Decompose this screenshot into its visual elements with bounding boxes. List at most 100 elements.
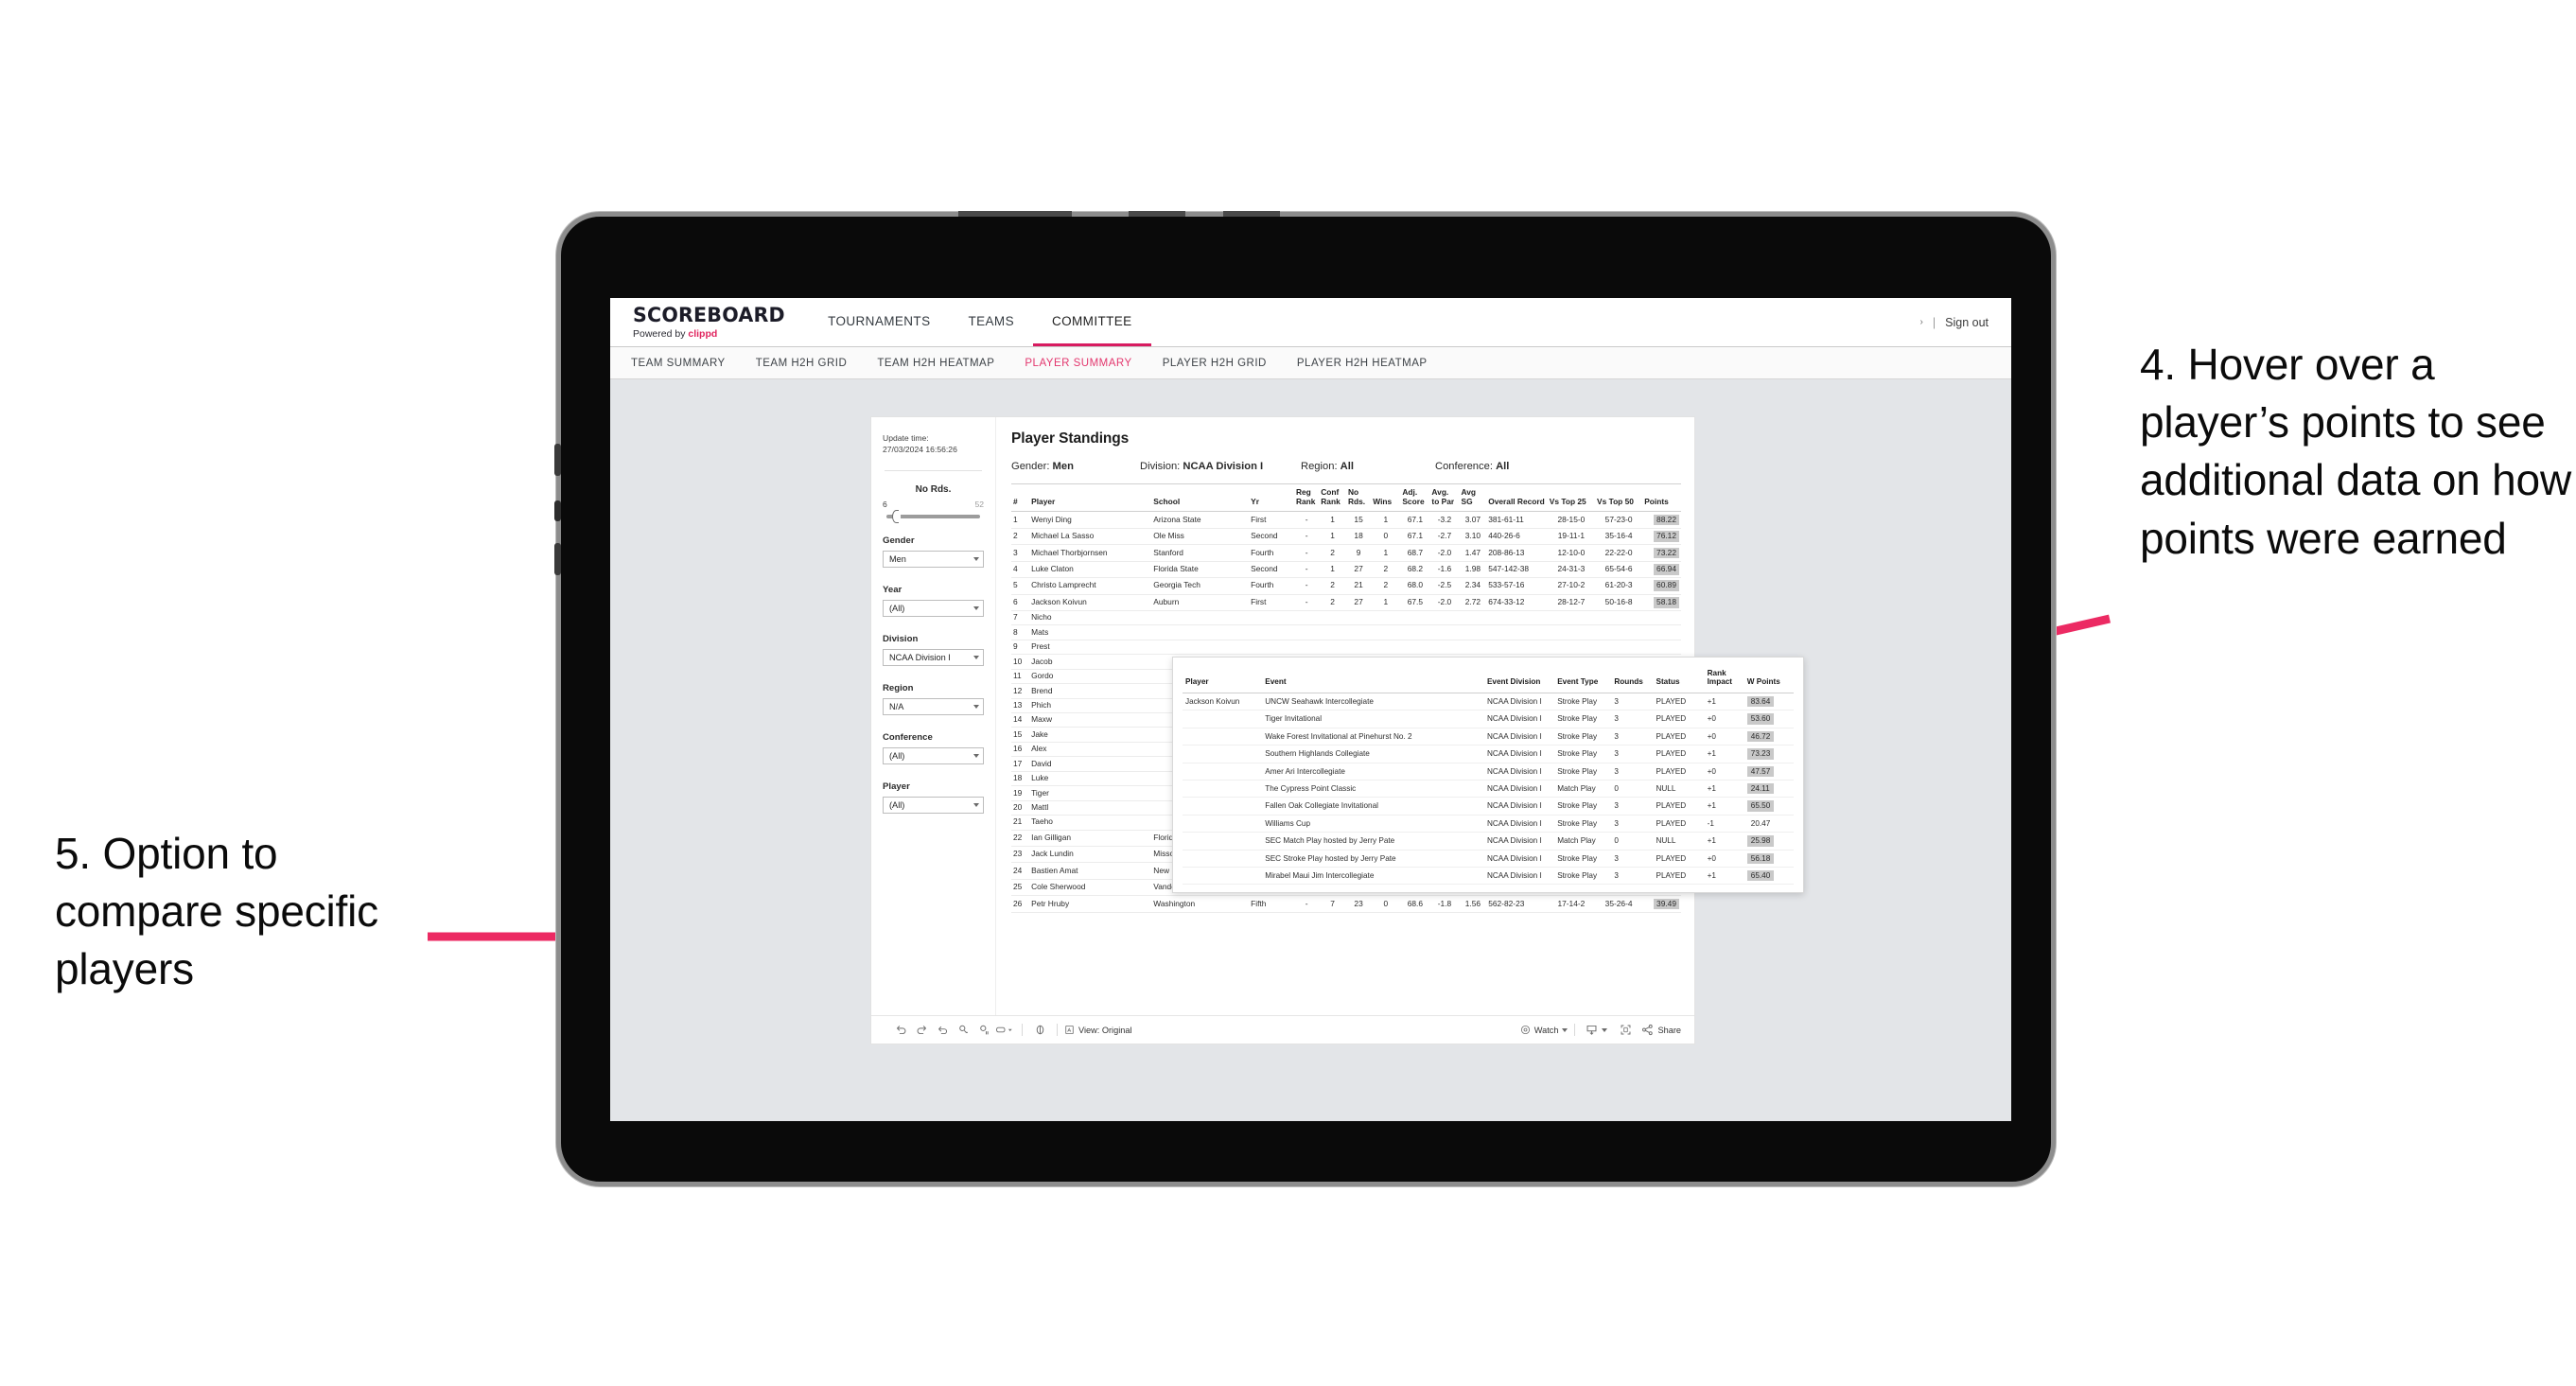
highlight-icon[interactable] [1029,1021,1050,1040]
cell-rank: 21 [1011,815,1030,831]
slider-range-labels: 6 52 [883,500,984,509]
col-vs-top-25[interactable]: Vs Top 25 [1547,482,1595,513]
table-row[interactable]: 8 Mats [1011,624,1681,640]
division-select[interactable]: NCAA Division I [883,649,984,667]
cell-player: Jack Lundin [1029,846,1152,864]
user-chevron-icon[interactable]: › [1920,317,1923,327]
table-row[interactable]: 9 Prest [1011,640,1681,656]
col-points[interactable]: Points [1642,482,1681,513]
col-vs-top-50[interactable]: Vs Top 50 [1595,482,1643,513]
cell-vs-top-50: 65-54-6 [1595,561,1643,579]
table-row[interactable]: 3 Michael Thorbjornsen Stanford Fourth -2 9 1 6… [1011,544,1681,562]
gender-select[interactable]: Men [883,551,984,569]
cell-wins: 1 [1371,544,1401,562]
subnav-item-team-h2h-heatmap[interactable]: TEAM H2H HEATMAP [877,358,1010,369]
watch-button[interactable]: Watch [1520,1025,1568,1035]
cell-points[interactable]: 88.22 [1642,511,1681,529]
fit-dropdown-icon[interactable] [994,1021,1015,1040]
tt-cell-rounds: 3 [1611,797,1654,816]
tt-cell-event-type: Stroke Play [1554,728,1612,746]
table-row[interactable]: 6 Jackson Koivun Auburn First -2 27 1 67.5 -2.0 2… [1011,594,1681,611]
table-row[interactable]: 26 Petr Hruby Washington Fifth -7 23 0 68.6 -1.8… [1011,895,1681,913]
app-logo[interactable]: SCOREBOARD Powered by clippd [610,298,809,346]
subnav-item-player-h2h-heatmap[interactable]: PLAYER H2H HEATMAP [1297,358,1444,369]
tooltip-row: Wake Forest Invitational at Pinehurst No… [1183,728,1794,746]
topnav-item-teams[interactable]: TEAMS [949,298,1033,346]
cell-points[interactable]: 60.89 [1642,577,1681,595]
refresh-data-icon[interactable] [953,1021,973,1040]
view-original-label: View: Original [1078,1025,1132,1035]
col-conf-rank[interactable]: Conf Rank [1319,482,1346,513]
tt-cell-player [1183,850,1263,868]
cell-rank: 24 [1011,862,1030,880]
col-wins[interactable]: Wins [1371,482,1401,513]
revert-icon[interactable] [932,1021,953,1040]
col-avg-sg[interactable]: Avg SG [1459,482,1487,513]
cell-points[interactable] [1642,640,1681,656]
tt-cell-w-points: 65.50 [1744,797,1794,816]
tooltip-header-row: Player Event Event Division Event Type R… [1183,667,1794,693]
no-rounds-slider[interactable] [886,509,980,524]
year-select[interactable]: (All) [883,600,984,618]
cell-vs-top-50: 22-22-0 [1595,544,1643,562]
pause-data-icon[interactable] [973,1021,994,1040]
col-adj-score[interactable]: Adj. Score [1400,482,1430,513]
col-player[interactable]: Player [1029,482,1152,513]
tt-cell-rank-impact: -1 [1704,815,1744,833]
cell-points[interactable]: 58.18 [1642,594,1681,611]
col-rank[interactable]: # [1011,482,1030,513]
undo-icon[interactable] [890,1021,911,1040]
active-filter-division-value: NCAA Division I [1183,461,1264,472]
conference-select[interactable]: (All) [883,747,984,765]
cell-year [1249,624,1294,640]
tt-cell-event-type: Match Play [1554,780,1612,798]
redo-icon[interactable] [911,1021,932,1040]
topnav-item-tournaments[interactable]: TOURNAMENTS [809,298,949,346]
subnav-item-team-summary[interactable]: TEAM SUMMARY [631,358,742,369]
view-original-button[interactable]: View: Original [1064,1025,1132,1035]
topnav-item-committee[interactable]: COMMITTEE [1032,298,1151,346]
fullscreen-icon[interactable] [1615,1021,1636,1040]
cell-adj-score: 68.0 [1400,577,1430,595]
cell-points[interactable] [1642,624,1681,640]
col-avg-to-par[interactable]: Avg. to Par [1429,482,1460,513]
col-no-rounds[interactable]: No Rds. [1345,482,1372,513]
cell-conf-rank: 2 [1319,544,1346,562]
table-row[interactable]: 5 Christo Lamprecht Georgia Tech Fourth -2 21… [1011,577,1681,595]
region-select[interactable]: N/A [883,698,984,716]
subnav-item-team-h2h-grid[interactable]: TEAM H2H GRID [756,358,864,369]
device-button [1223,211,1280,217]
cell-points[interactable]: 73.22 [1642,544,1681,562]
table-row[interactable]: 2 Michael La Sasso Ole Miss Second -1 18 0 67.1… [1011,528,1681,546]
table-row[interactable]: 7 Nicho [1011,610,1681,626]
tt-cell-status: PLAYED [1653,797,1705,816]
cell-player: Gordo [1029,669,1152,685]
slider-handle[interactable] [892,509,901,524]
table-row[interactable]: 1 Wenyi Ding Arizona State First -1 15 1 67.1 -3… [1011,511,1681,529]
viz-bottom-toolbar: View: Original Watch Share [871,1015,1694,1044]
download-button[interactable] [1586,1024,1608,1036]
subnav-item-player-h2h-grid[interactable]: PLAYER H2H GRID [1163,358,1283,369]
col-year[interactable]: Yr [1249,482,1294,513]
slide-canvas: 4. Hover over a player’s points to see a… [0,0,2576,1386]
device-button [554,500,561,521]
cell-points[interactable]: 66.94 [1642,561,1681,579]
cell-rank: 23 [1011,846,1030,864]
cell-conf-rank [1319,640,1346,656]
subnav-item-player-summary[interactable]: PLAYER SUMMARY [1025,358,1148,369]
player-select[interactable]: (All) [883,797,984,815]
share-button[interactable]: Share [1641,1024,1681,1036]
cell-points[interactable]: 39.49 [1642,895,1681,913]
table-row[interactable]: 4 Luke Claton Florida State Second -1 27 2 68.2… [1011,561,1681,579]
cell-year: Fifth [1249,895,1294,913]
cell-points[interactable] [1642,610,1681,626]
cell-points[interactable]: 76.12 [1642,528,1681,546]
sign-out-link[interactable]: Sign out [1945,316,1989,329]
chevron-down-icon [973,606,979,611]
col-reg-rank[interactable]: Reg Rank [1293,482,1320,513]
tt-cell-player [1183,763,1263,781]
tt-cell-event-division: NCAA Division I [1483,780,1555,798]
w-points-badge: 65.40 [1746,870,1775,882]
col-overall-record[interactable]: Overall Record [1486,482,1548,513]
col-school[interactable]: School [1151,482,1250,513]
